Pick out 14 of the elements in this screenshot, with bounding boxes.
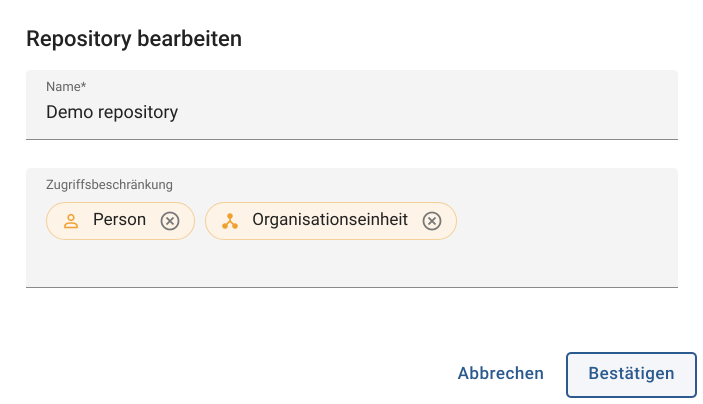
chip-label: Person [93, 209, 146, 232]
chip-label: Organisationseinheit [252, 209, 408, 232]
access-field[interactable]: Zugriffsbeschränkung Person Organisationseinheit [26, 168, 678, 288]
cancel-button[interactable]: Abbrechen [456, 352, 546, 398]
hierarchy-icon [222, 213, 238, 229]
name-field[interactable]: Name* Demo repository [26, 70, 678, 140]
person-icon [63, 213, 79, 229]
remove-icon[interactable] [422, 211, 442, 231]
field-label: Zugriffsbeschränkung [46, 178, 174, 194]
remove-icon[interactable] [160, 211, 180, 231]
dialog-title: Repository bearbeiten [26, 26, 244, 54]
field-value: Demo repository [46, 101, 180, 125]
confirm-button[interactable]: Bestätigen [566, 352, 697, 398]
field-label: Name* [46, 80, 88, 96]
